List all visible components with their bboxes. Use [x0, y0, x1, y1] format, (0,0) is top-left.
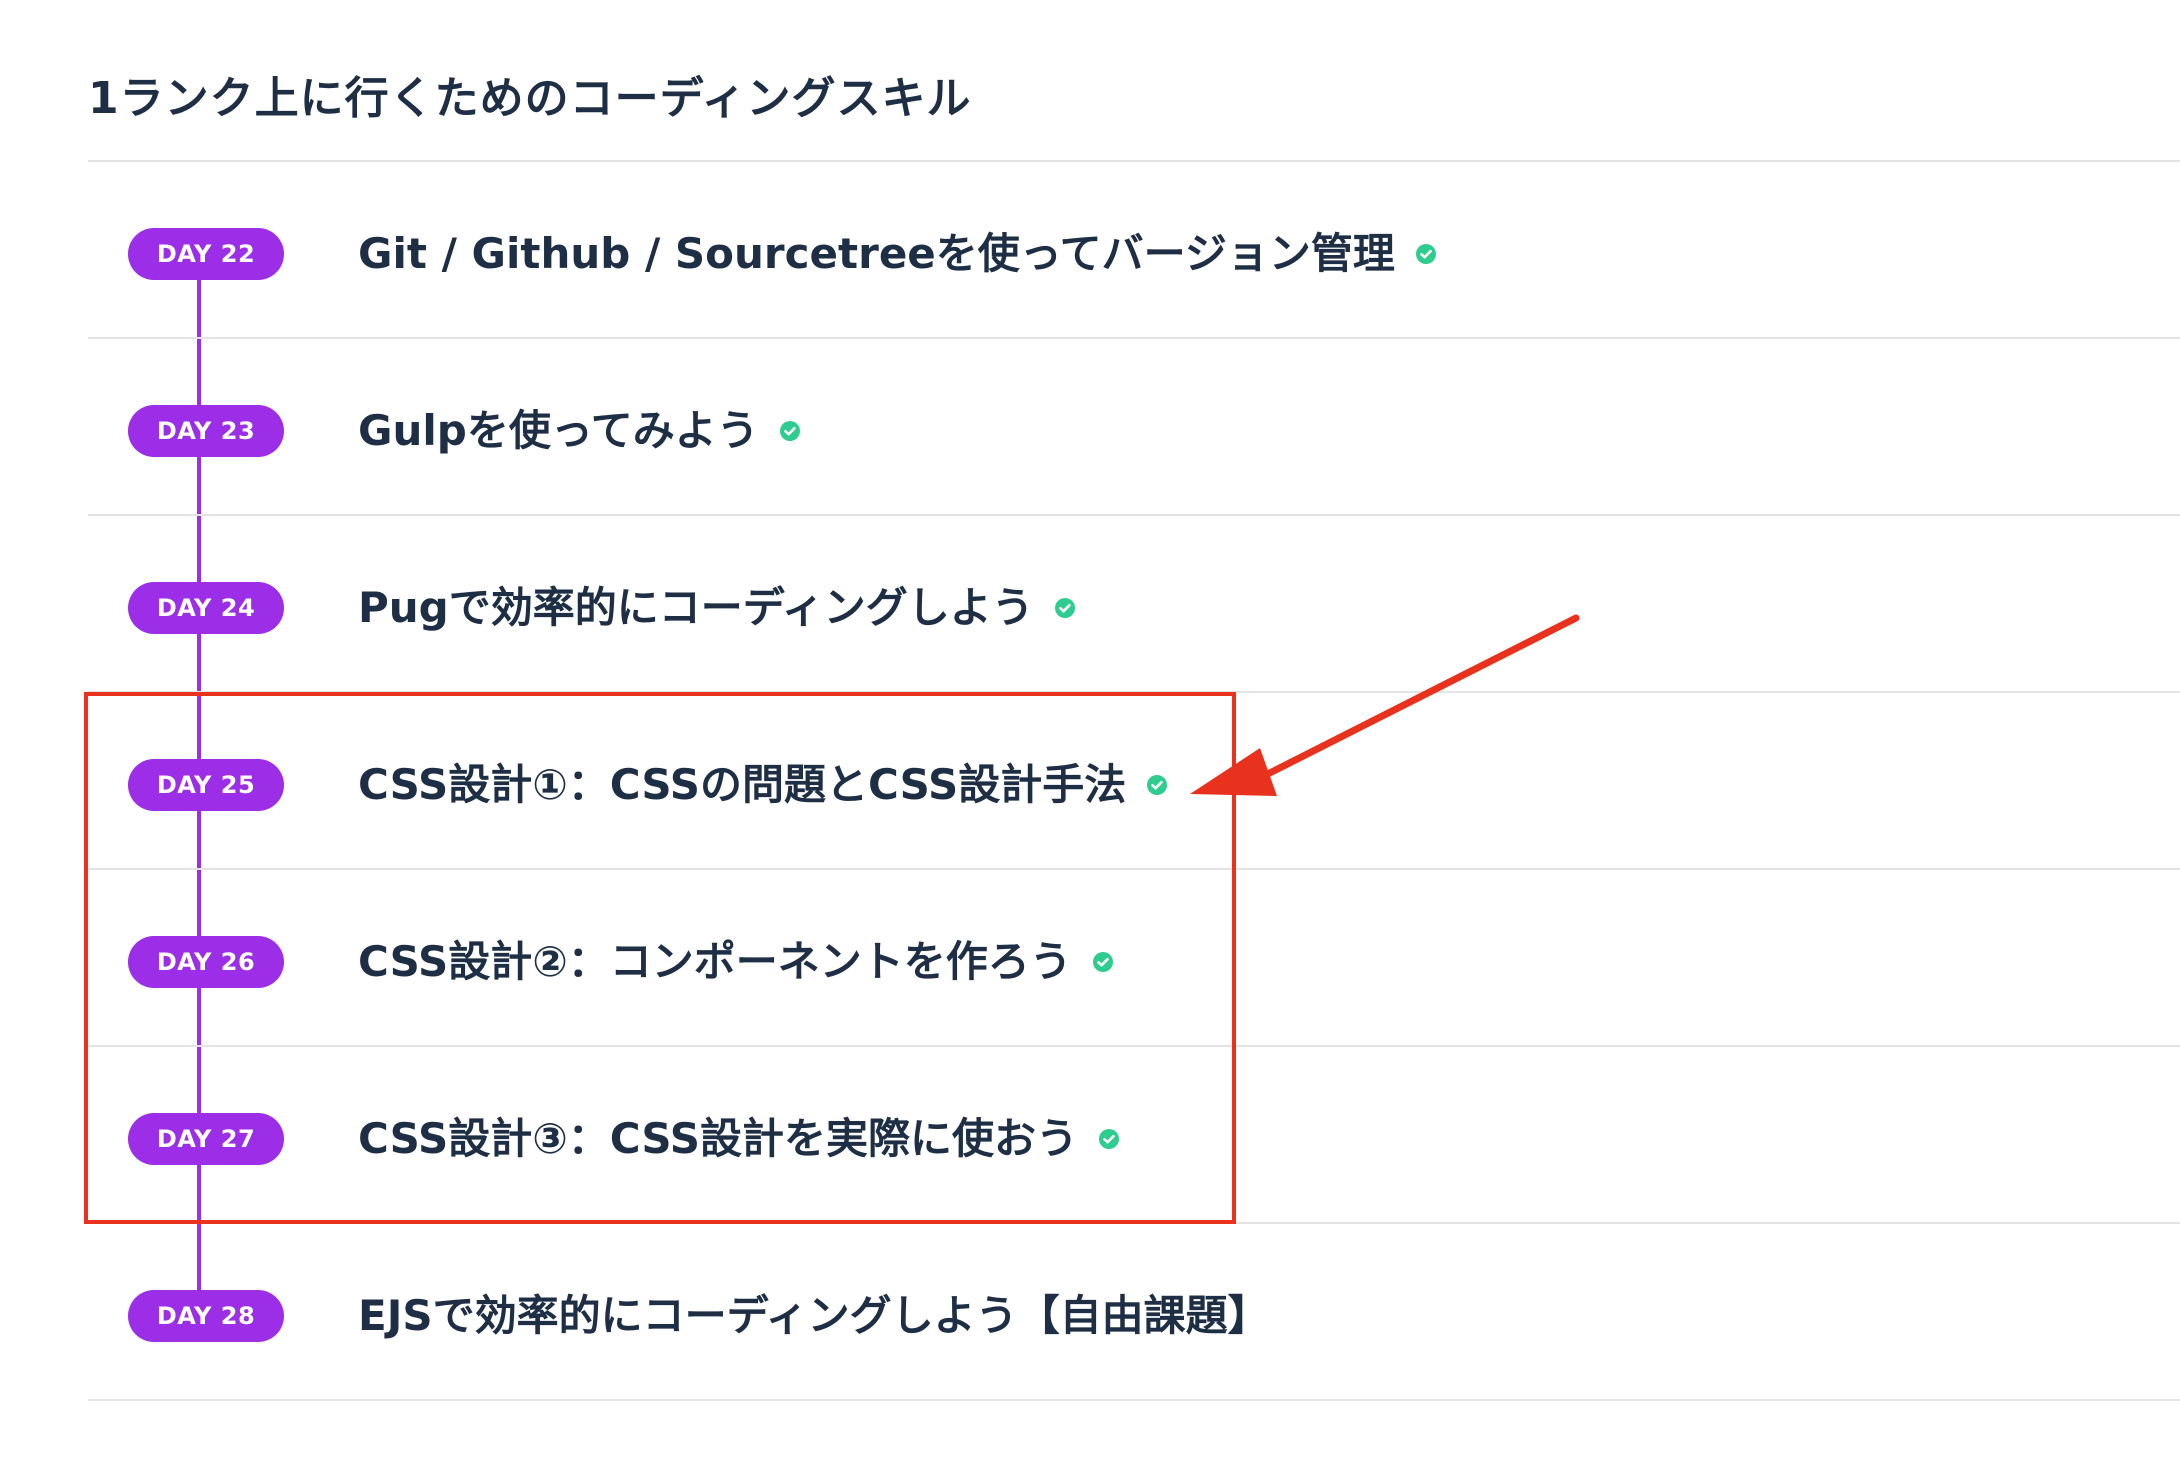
lesson-title-wrap: CSS設計②：コンポーネントを作ろう — [358, 932, 1114, 992]
check-circle-icon — [1092, 952, 1113, 972]
lesson-title-link[interactable]: CSS設計①：CSSの問題とCSS設計手法 — [358, 755, 1126, 815]
check-circle-icon — [1415, 244, 1436, 264]
lesson-title-link[interactable]: Pugで効率的にコーディングしよう — [358, 578, 1034, 638]
lesson-title-wrap: CSS設計①：CSSの問題とCSS設計手法 — [358, 755, 1168, 815]
day-badge: DAY 28 — [128, 1290, 284, 1342]
day-badge: DAY 23 — [128, 405, 284, 457]
day-badge: DAY 24 — [128, 582, 284, 634]
day-badge: DAY 25 — [128, 759, 284, 811]
check-circle-icon — [1054, 598, 1075, 618]
lesson-title-wrap: Pugで効率的にコーディングしよう — [358, 578, 1076, 638]
day-badge: DAY 22 — [128, 228, 284, 280]
day-badge: DAY 26 — [128, 936, 284, 988]
lesson-title-link[interactable]: EJSで効率的にコーディングしよう【自由課題】 — [358, 1286, 1270, 1346]
check-circle-icon — [779, 421, 800, 441]
check-circle-icon — [1099, 1129, 1119, 1149]
lesson-row-day-27[interactable]: DAY 27 CSS設計③：CSS設計を実際に使おう — [88, 1047, 2180, 1224]
lesson-title-wrap: Gulpを使ってみよう — [358, 401, 801, 461]
lesson-row-day-28[interactable]: DAY 28 EJSで効率的にコーディングしよう【自由課題】 — [88, 1224, 2180, 1401]
section-title: 1ランク上に行くためのコーディングスキル — [88, 73, 972, 124]
lesson-row-day-22[interactable]: DAY 22 Git / Github / Sourcetreeを使ってバージョ… — [88, 162, 2180, 339]
lesson-title-link[interactable]: CSS設計③：CSS設計を実際に使おう — [358, 1109, 1078, 1169]
lesson-title-link[interactable]: Git / Github / Sourcetreeを使ってバージョン管理 — [358, 224, 1395, 284]
lesson-row-day-25[interactable]: DAY 25 CSS設計①：CSSの問題とCSS設計手法 — [88, 693, 2180, 870]
lesson-list: DAY 22 Git / Github / Sourcetreeを使ってバージョ… — [88, 162, 2180, 1401]
lesson-row-day-24[interactable]: DAY 24 Pugで効率的にコーディングしよう — [88, 516, 2180, 693]
day-badge: DAY 27 — [128, 1113, 284, 1165]
lesson-title-wrap: CSS設計③：CSS設計を実際に使おう — [358, 1109, 1120, 1169]
lesson-title-wrap: Git / Github / Sourcetreeを使ってバージョン管理 — [358, 224, 1437, 284]
lesson-title-link[interactable]: Gulpを使ってみよう — [358, 401, 759, 461]
check-circle-icon — [1147, 775, 1168, 795]
lesson-row-day-26[interactable]: DAY 26 CSS設計②：コンポーネントを作ろう — [88, 870, 2180, 1047]
lesson-title-wrap: EJSで効率的にコーディングしよう【自由課題】 — [358, 1286, 1270, 1346]
lesson-row-day-23[interactable]: DAY 23 Gulpを使ってみよう — [88, 339, 2180, 516]
lesson-title-link[interactable]: CSS設計②：コンポーネントを作ろう — [358, 932, 1072, 992]
